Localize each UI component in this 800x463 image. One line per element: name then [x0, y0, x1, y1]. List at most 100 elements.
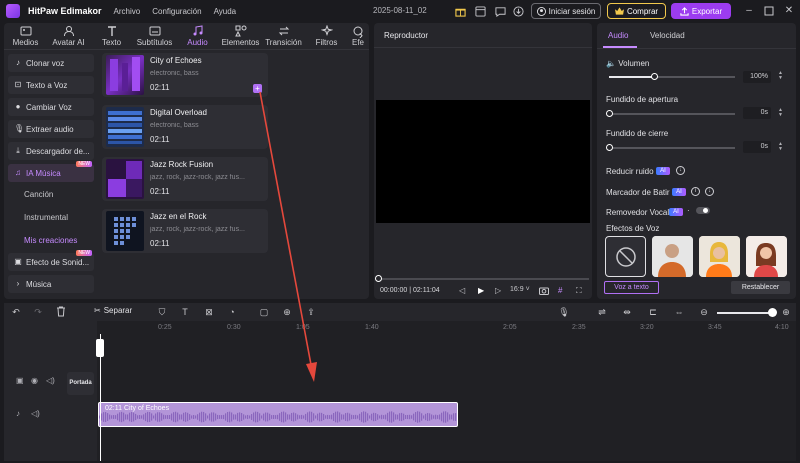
gift-icon[interactable]: [453, 4, 467, 18]
audio-clip[interactable]: 02:11 City of Echoes: [98, 402, 458, 427]
menu-configuracion[interactable]: Configuración: [152, 7, 201, 16]
playhead-handle[interactable]: [96, 339, 104, 357]
sidebar-sub-cancion[interactable]: Canción: [24, 190, 53, 199]
crop-icon[interactable]: ⊠: [203, 306, 215, 318]
tab-velocidad[interactable]: Velocidad: [650, 31, 685, 40]
play-icon[interactable]: ▶: [478, 286, 484, 295]
download-icon[interactable]: ↓: [676, 166, 685, 175]
zoom-in-icon[interactable]: ⊕: [780, 306, 792, 318]
fade-out-handle[interactable]: [606, 144, 613, 151]
menu-ayuda[interactable]: Ayuda: [214, 7, 237, 16]
sidebar-sub-mis-creaciones[interactable]: Mis creaciones: [24, 236, 77, 245]
vocal-remover-toggle[interactable]: [696, 207, 710, 214]
buy-button[interactable]: Comprar: [607, 3, 666, 19]
zoom-handle[interactable]: [768, 308, 777, 317]
fade-in-value[interactable]: 0s: [743, 107, 771, 119]
snapshot-icon[interactable]: [539, 286, 549, 295]
close-icon[interactable]: ✕: [782, 4, 796, 18]
tab-efectos[interactable]: Efe: [348, 23, 368, 49]
maximize-icon[interactable]: [762, 4, 776, 18]
delete-icon[interactable]: [56, 306, 68, 318]
voice-effect-female[interactable]: [699, 236, 740, 277]
export-button[interactable]: Exportar: [671, 3, 731, 19]
template-icon[interactable]: [473, 4, 487, 18]
aspect-ratio-select[interactable]: 16:9 ˅: [510, 286, 530, 293]
player-progress-bar[interactable]: [377, 278, 589, 280]
sidebar-item-efecto-sonido[interactable]: ▣ Efecto de Sonid... NEW: [8, 250, 94, 271]
speed-icon[interactable]: ◔: [226, 306, 238, 318]
fit-icon[interactable]: ⇔: [673, 306, 685, 318]
sidebar-sub-instrumental[interactable]: Instrumental: [24, 213, 68, 222]
tab-transicion[interactable]: Transición: [262, 23, 305, 49]
tab-elementos[interactable]: Elementos: [219, 23, 262, 49]
video-preview[interactable]: [376, 100, 590, 223]
sidebar-item-texto-a-voz[interactable]: ⊡ Texto a Voz: [8, 76, 94, 94]
volume-handle[interactable]: [651, 73, 658, 80]
grid-icon[interactable]: #: [558, 286, 562, 295]
fade-out-slider[interactable]: [609, 147, 735, 149]
feedback-icon[interactable]: [493, 4, 507, 18]
download-icon[interactable]: ↓: [705, 187, 714, 196]
download-icon[interactable]: [511, 4, 525, 18]
tab-audio-properties[interactable]: Audio: [608, 31, 628, 40]
volume-value[interactable]: 100%: [743, 71, 771, 83]
eye-icon[interactable]: ◉: [31, 376, 38, 385]
voice-effect-male[interactable]: [652, 236, 693, 277]
snap-icon[interactable]: ⊏: [647, 306, 659, 318]
zoom-out-icon[interactable]: ⊖: [698, 306, 710, 318]
progress-handle[interactable]: [375, 275, 382, 282]
login-button[interactable]: Iniciar sesión: [531, 3, 601, 19]
music-card[interactable]: City of Echoes electronic, bass 02:11 +: [102, 53, 268, 97]
link-icon[interactable]: ⇌: [596, 306, 608, 318]
shield-icon[interactable]: ⛉: [156, 306, 168, 318]
spinner-arrows[interactable]: ▲ ▼: [778, 71, 783, 81]
tab-avatar-ai[interactable]: Avatar AI: [47, 23, 90, 49]
split-button[interactable]: ✂ Separar: [94, 306, 132, 315]
split-view-icon[interactable]: ⇹: [621, 306, 633, 318]
reset-button[interactable]: Restablecer: [731, 281, 790, 294]
next-frame-icon[interactable]: ▷: [495, 286, 501, 295]
undo-icon[interactable]: ↶: [10, 306, 22, 318]
prev-frame-icon[interactable]: ◁: [459, 286, 465, 295]
spinner-arrows[interactable]: ▲ ▼: [778, 108, 783, 118]
minimize-icon[interactable]: –: [742, 4, 756, 18]
voice-to-text-button[interactable]: Voz a texto: [604, 281, 659, 294]
microphone-icon[interactable]: 🎙: [558, 306, 570, 318]
speaker-icon[interactable]: ◁): [31, 409, 40, 418]
tab-filtros[interactable]: Filtros: [305, 23, 348, 49]
fade-in-handle[interactable]: [606, 110, 613, 117]
voice-effect-none[interactable]: [605, 236, 646, 277]
freeze-icon[interactable]: ▢: [258, 306, 270, 318]
fade-in-slider[interactable]: [609, 113, 735, 115]
sidebar-item-extraer-audio[interactable]: 🎙 Extraer audio: [8, 120, 94, 138]
music-card[interactable]: Digital Overload electronic, bass 02:11: [102, 105, 268, 149]
redo-icon[interactable]: ↷: [32, 306, 44, 318]
waveform-bar: [321, 412, 323, 422]
add-to-timeline-button[interactable]: +: [253, 84, 262, 93]
time-ruler[interactable]: 0:25 0:30 1:05 1:40 2:05 2:35 3:20 3:45 …: [97, 321, 796, 336]
export-icon[interactable]: ⇪: [305, 306, 317, 318]
tab-medios[interactable]: Medios: [4, 23, 47, 49]
chevron-right-icon[interactable]: ›: [359, 28, 363, 42]
tab-audio[interactable]: Audio: [176, 23, 219, 49]
menu-archivo[interactable]: Archivo: [114, 7, 141, 16]
zoom-slider[interactable]: [717, 312, 773, 314]
sidebar-item-clonar-voz[interactable]: ♪ Clonar voz: [8, 54, 94, 72]
tab-subtitulos[interactable]: Subtítulos: [133, 23, 176, 49]
sidebar-item-descargador[interactable]: ⤓ Descargador de...: [8, 142, 94, 160]
sidebar-item-cambiar-voz[interactable]: ● Cambiar Voz: [8, 98, 94, 116]
tab-texto[interactable]: Texto: [90, 23, 133, 49]
info-icon[interactable]: i: [691, 187, 700, 196]
download-icon[interactable]: ⊕: [281, 306, 293, 318]
text-icon[interactable]: T: [179, 306, 191, 318]
sidebar-item-ia-musica[interactable]: ♫ IA Música NEW: [8, 161, 94, 182]
music-card[interactable]: Jazz en el Rock jazz, rock, jazz-rock, j…: [102, 209, 268, 253]
sidebar-item-musica[interactable]: › Música: [8, 275, 94, 293]
cover-thumbnail[interactable]: Portada: [67, 372, 94, 395]
music-card[interactable]: Jazz Rock Fusion jazz, rock, jazz-rock, …: [102, 157, 268, 201]
spinner-arrows[interactable]: ▲ ▼: [778, 142, 783, 152]
fullscreen-icon[interactable]: ⛶: [576, 286, 582, 296]
voice-effect-girl[interactable]: [746, 236, 787, 277]
fade-out-value[interactable]: 0s: [743, 141, 771, 153]
speaker-icon[interactable]: ◁): [46, 376, 55, 385]
